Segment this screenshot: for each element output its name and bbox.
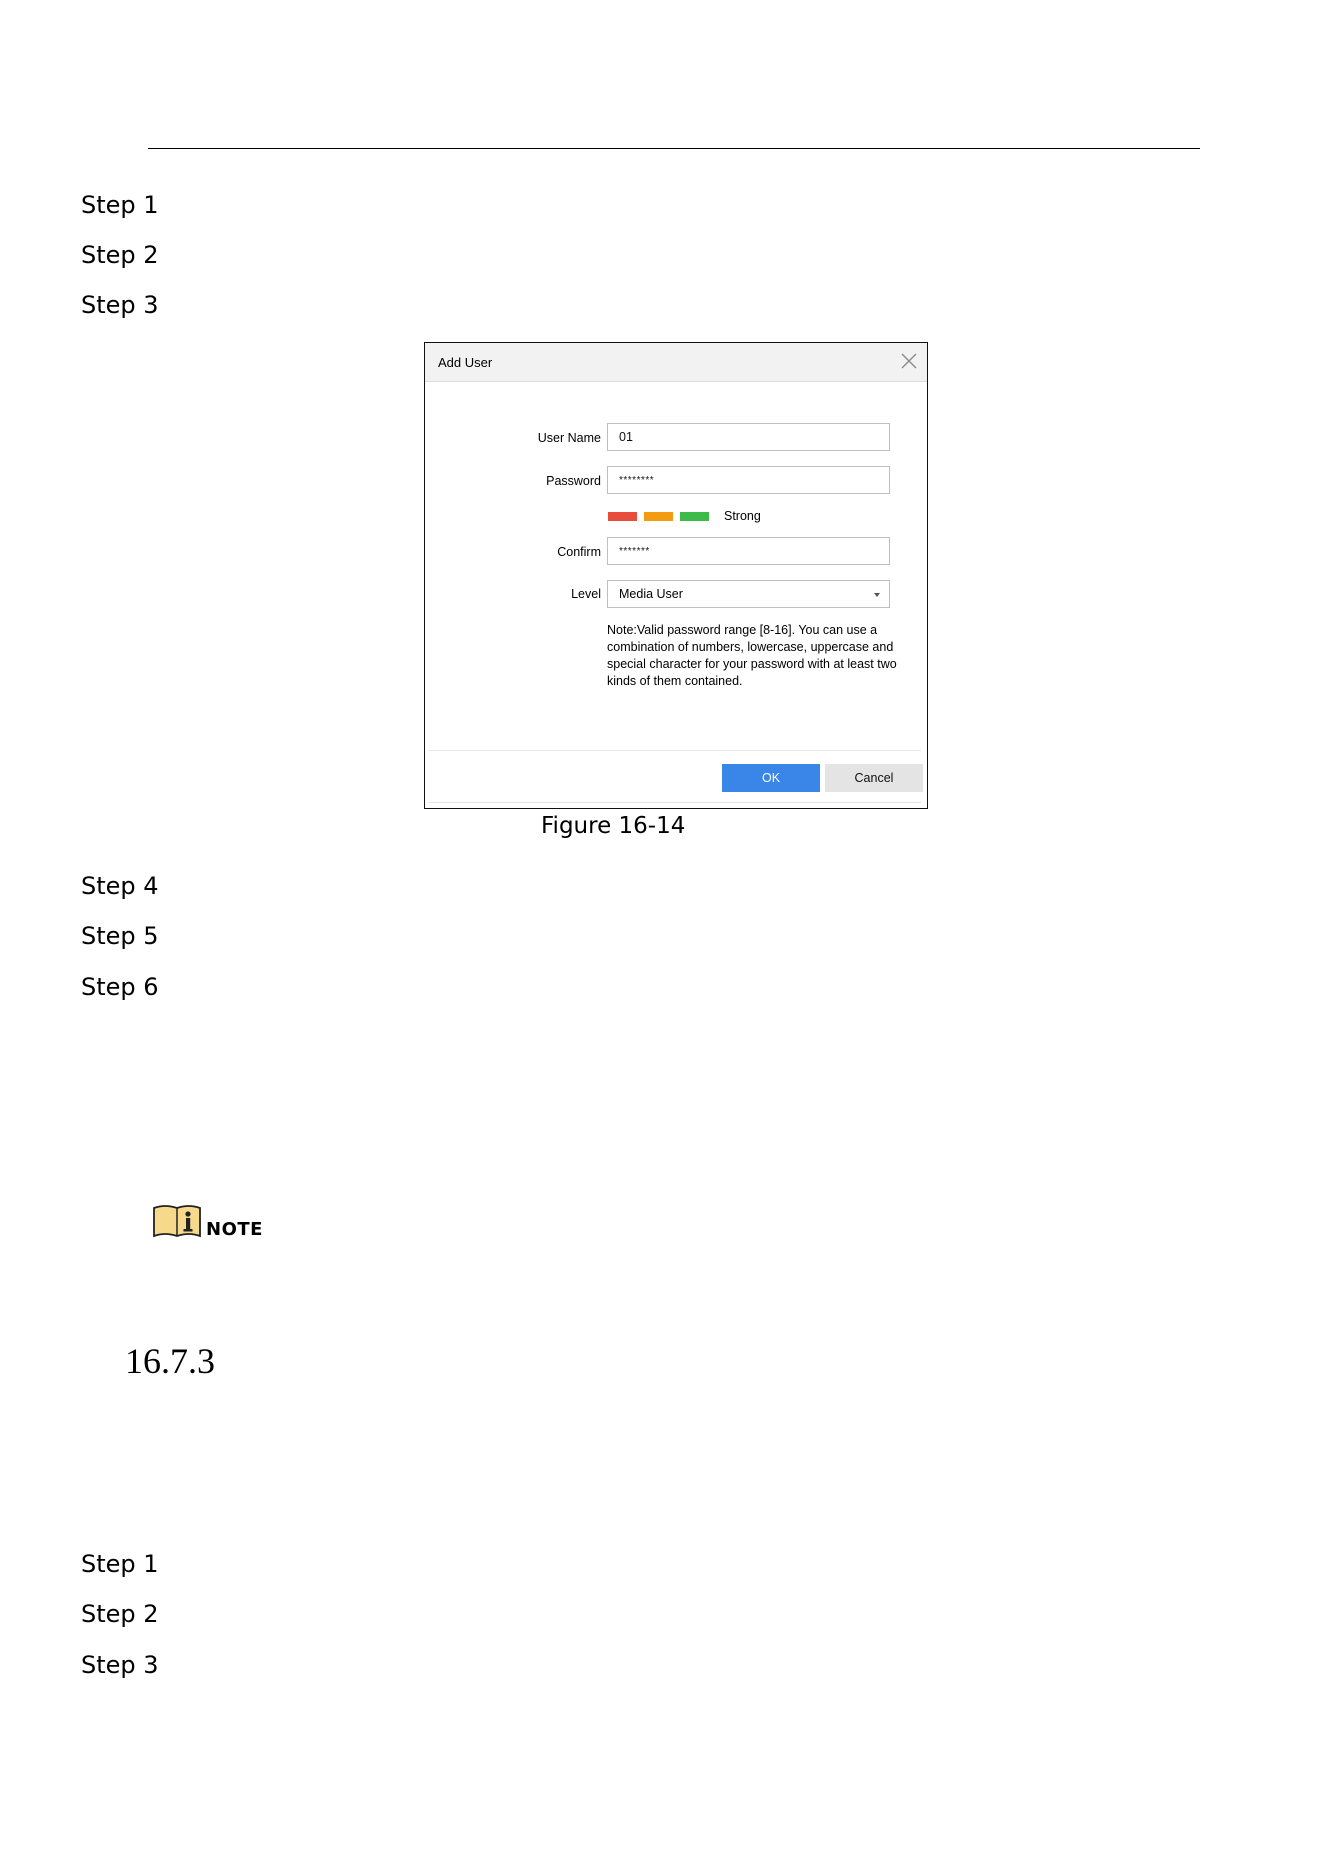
note-label: NOTE bbox=[206, 1219, 263, 1240]
close-icon[interactable] bbox=[899, 351, 919, 371]
password-rules-note: Note:Valid password range [8-16]. You ca… bbox=[607, 623, 897, 688]
ok-button[interactable]: OK bbox=[722, 764, 820, 792]
level-selected-value: Media User bbox=[619, 587, 683, 601]
step-label: Step 2 bbox=[81, 1600, 159, 1628]
strength-bar-strong bbox=[680, 512, 709, 521]
section-number: 16.7.3 bbox=[125, 1341, 215, 1381]
caret-down-icon bbox=[874, 593, 880, 597]
level-label: Level bbox=[571, 587, 601, 601]
dialog-footer-divider bbox=[429, 750, 921, 751]
step-label: Step 3 bbox=[81, 1651, 159, 1679]
step-label: Step 6 bbox=[81, 973, 159, 1001]
user-name-label: User Name bbox=[537, 431, 601, 445]
password-label: Password bbox=[546, 474, 601, 488]
confirm-label: Confirm bbox=[557, 545, 601, 559]
level-select[interactable]: Media User bbox=[607, 580, 890, 608]
step-label: Step 4 bbox=[81, 872, 159, 900]
info-book-icon bbox=[151, 1203, 203, 1244]
confirm-password-input[interactable] bbox=[607, 537, 890, 565]
step-label: Step 1 bbox=[81, 191, 159, 219]
add-user-dialog: Add User User Name Password Strong Confi… bbox=[424, 342, 928, 809]
strength-bar-weak bbox=[608, 512, 637, 521]
dialog-header: Add User bbox=[425, 343, 927, 382]
step-label: Step 3 bbox=[81, 291, 159, 319]
dialog-bottom-divider bbox=[429, 802, 921, 803]
cancel-button[interactable]: Cancel bbox=[825, 764, 923, 792]
step-label: Step 1 bbox=[81, 1550, 159, 1578]
password-strength-label: Strong bbox=[724, 509, 761, 523]
figure-caption: Figure 16-14 bbox=[541, 813, 686, 839]
password-input[interactable] bbox=[607, 466, 890, 494]
dialog-title: Add User bbox=[438, 355, 493, 370]
step-label: Step 2 bbox=[81, 241, 159, 269]
header-rule bbox=[148, 148, 1200, 149]
strength-bar-medium bbox=[644, 512, 673, 521]
step-label: Step 5 bbox=[81, 922, 159, 950]
user-name-input[interactable] bbox=[607, 423, 890, 451]
